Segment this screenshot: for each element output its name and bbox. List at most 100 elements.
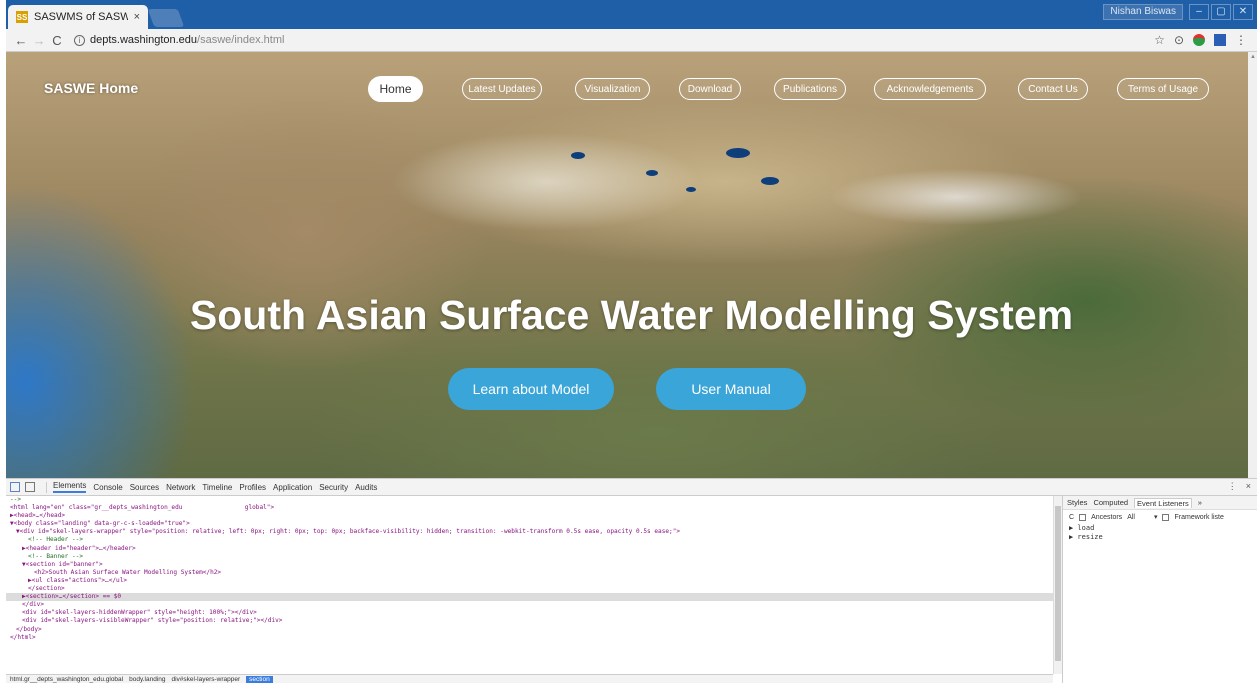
dom-tree[interactable]: --> <html lang="en" class="gr__depts_wash…: [6, 496, 1053, 674]
browser-tab[interactable]: SS SASWMS of SASWE ×: [8, 5, 148, 29]
back-icon[interactable]: ←: [12, 33, 30, 48]
nav-home[interactable]: Home: [368, 76, 423, 102]
site-info-icon[interactable]: i: [74, 34, 85, 46]
refresh-icon[interactable]: C: [1069, 514, 1074, 521]
dom-node-line[interactable]: <!-- Banner -->: [6, 553, 1053, 561]
url-host: depts.washington.edu: [90, 34, 198, 46]
nav-publications[interactable]: Publications: [774, 78, 846, 100]
address-bar[interactable]: i depts.washington.edu/saswe/index.html: [66, 34, 1154, 46]
framework-listeners-checkbox[interactable]: [1162, 513, 1170, 521]
dom-scrollbar[interactable]: [1053, 496, 1062, 674]
browser-menu-icon[interactable]: ⋮: [1235, 33, 1247, 47]
dom-node-line[interactable]: </section>: [6, 585, 1053, 593]
new-tab-button[interactable]: [147, 9, 185, 27]
tab-application[interactable]: Application: [273, 483, 312, 492]
web-page-viewport: SASWE Home Home Latest Updates Visualiza…: [6, 52, 1257, 478]
maximize-button[interactable]: ▢: [1211, 4, 1231, 20]
user-manual-button[interactable]: User Manual: [656, 368, 806, 410]
forward-icon[interactable]: →: [30, 33, 48, 48]
tab-profiles[interactable]: Profiles: [239, 483, 266, 492]
dom-node-line[interactable]: -->: [6, 496, 1053, 504]
dom-node-line[interactable]: ▶<head>…</head>: [6, 512, 1053, 520]
satellite-lake: [571, 152, 585, 159]
nav-contact-us[interactable]: Contact Us: [1018, 78, 1088, 100]
minimize-button[interactable]: –: [1189, 4, 1209, 20]
tab-elements[interactable]: Elements: [53, 481, 87, 493]
device-mode-icon[interactable]: [25, 482, 35, 492]
dom-node-line[interactable]: <html lang="en" class="gr__depts_washing…: [6, 504, 1053, 512]
nav-download[interactable]: Download: [679, 78, 741, 100]
sidebar-tabs: Styles Computed Event Listeners »: [1063, 496, 1257, 510]
satellite-lake: [726, 148, 750, 158]
breadcrumb-item[interactable]: div#skel-layers-wrapper: [172, 676, 241, 683]
devtools-close-icon[interactable]: ×: [1246, 481, 1251, 492]
screenshot-camera-icon[interactable]: ⊙: [1174, 33, 1184, 47]
breadcrumb-item[interactable]: html.gr__depts_washington_edu.global: [10, 676, 123, 683]
breadcrumb-item[interactable]: body.landing: [129, 676, 165, 683]
browser-toolbar: ← → C i depts.washington.edu/saswe/index…: [6, 29, 1257, 52]
dom-node-line[interactable]: ▶<section>…</section> == $0: [6, 593, 1053, 602]
devtools-panel: Elements Console Sources Network Timelin…: [6, 478, 1257, 683]
page-scrollbar[interactable]: ▲: [1248, 52, 1257, 478]
breadcrumb-item-selected[interactable]: section: [246, 676, 273, 683]
bookmark-star-icon[interactable]: ☆: [1154, 33, 1165, 47]
tab-event-listeners[interactable]: Event Listeners: [1134, 497, 1192, 508]
tab-security[interactable]: Security: [319, 483, 348, 492]
reload-icon[interactable]: C: [48, 33, 66, 48]
listener-load[interactable]: ▶ load: [1063, 524, 1257, 533]
site-favicon-icon: SS: [16, 11, 28, 23]
devtools-menu-icon[interactable]: ⋮: [1228, 481, 1237, 492]
nav-latest-updates[interactable]: Latest Updates: [462, 78, 542, 100]
dom-node-line[interactable]: </body>: [6, 626, 1053, 634]
breadcrumb: html.gr__depts_washington_edu.global bod…: [6, 674, 1053, 683]
dom-node-line[interactable]: <div id="skel-layers-hiddenWrapper" styl…: [6, 609, 1053, 617]
dom-node-line[interactable]: <!-- Header -->: [6, 536, 1053, 544]
dom-node-line[interactable]: </html>: [6, 634, 1053, 642]
dom-node-line[interactable]: </div>: [6, 601, 1053, 609]
satellite-lake: [686, 187, 696, 192]
tab-close-icon[interactable]: ×: [134, 11, 140, 23]
dom-node-line[interactable]: <h2>South Asian Surface Water Modelling …: [6, 569, 1053, 577]
tab-styles[interactable]: Styles: [1067, 498, 1087, 507]
dom-node-line[interactable]: ▼<body class="landing" data-gr-c-s-loade…: [6, 520, 1053, 528]
dom-node-line[interactable]: ▼<section id="banner">: [6, 561, 1053, 569]
dom-node-line[interactable]: <div id="skel-layers-visibleWrapper" sty…: [6, 617, 1053, 625]
nav-terms-of-usage[interactable]: Terms of Usage: [1117, 78, 1209, 100]
satellite-lake: [761, 177, 779, 185]
browser-window: SS SASWMS of SASWE × Nishan Biswas – ▢ ✕…: [6, 0, 1257, 683]
profile-button[interactable]: Nishan Biswas: [1103, 4, 1183, 20]
tab-sources[interactable]: Sources: [130, 483, 159, 492]
hero-title: South Asian Surface Water Modelling Syst…: [189, 292, 1074, 338]
close-window-button[interactable]: ✕: [1233, 4, 1253, 20]
dom-node-line[interactable]: ▼<div id="skel-layers-wrapper" style="po…: [6, 528, 1053, 536]
url-path: /saswe/index.html: [197, 34, 285, 46]
framework-listeners-label: Framework liste: [1174, 513, 1224, 521]
ancestors-label: Ancestors: [1091, 513, 1123, 521]
filter-select[interactable]: All: [1127, 514, 1135, 521]
dom-node-line[interactable]: ▶<ul class="actions">…</ul>: [6, 577, 1053, 585]
satellite-lake: [646, 170, 658, 176]
dropdown-arrow-icon[interactable]: ▾: [1154, 513, 1158, 521]
tab-audits[interactable]: Audits: [355, 483, 377, 492]
extension-icon[interactable]: [1193, 34, 1205, 46]
learn-about-model-button[interactable]: Learn about Model: [448, 368, 614, 410]
scroll-thumb[interactable]: [1055, 506, 1061, 661]
listener-resize[interactable]: ▶ resize: [1063, 533, 1257, 542]
scroll-up-icon[interactable]: ▲: [1250, 54, 1256, 60]
nav-acknowledgements[interactable]: Acknowledgements: [874, 78, 986, 100]
tab-timeline[interactable]: Timeline: [202, 483, 232, 492]
devtools-tab-bar: Elements Console Sources Network Timelin…: [6, 479, 1257, 496]
listener-filter-bar: C Ancestors All ▾ Framework liste: [1063, 510, 1257, 524]
more-tabs-icon[interactable]: »: [1198, 498, 1202, 507]
tab-network[interactable]: Network: [166, 483, 195, 492]
ancestors-checkbox[interactable]: [1079, 513, 1087, 521]
inspect-element-icon[interactable]: [10, 482, 20, 492]
sidebar-pane: Styles Computed Event Listeners » C Ance…: [1062, 496, 1257, 683]
tab-console[interactable]: Console: [93, 483, 122, 492]
toolbar-icons: ☆ ⊙ ⋮: [1154, 33, 1257, 47]
tab-computed[interactable]: Computed: [1093, 498, 1128, 507]
site-brand-link[interactable]: SASWE Home: [44, 80, 138, 96]
dom-node-line[interactable]: ▶<header id="header">…</header>: [6, 545, 1053, 553]
nav-visualization[interactable]: Visualization: [575, 78, 650, 100]
extension-square-icon[interactable]: [1214, 34, 1226, 46]
